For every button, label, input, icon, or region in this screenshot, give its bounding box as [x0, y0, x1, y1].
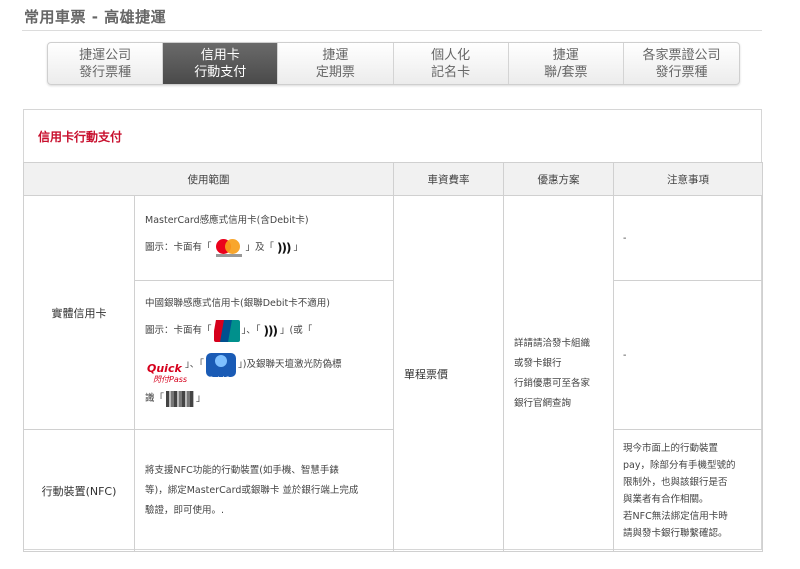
- payment-info-table: 使用範圍 車資費率 優惠方案 注意事項 實體信用卡 MasterCard感應式信…: [23, 162, 763, 552]
- icon-prefix: 圖示：卡面有「: [145, 325, 212, 336]
- mobile-desc-line: 等)，綁定MasterCard或銀聯卡 並於銀行端上完成: [145, 484, 359, 496]
- tab-label-line2: 發行票種: [79, 64, 132, 80]
- fare-cell: 單程票價: [393, 195, 504, 552]
- mobile-desc-line: 驗證，即可使用。.: [145, 504, 225, 516]
- mastercard-note-cell: -: [613, 195, 763, 281]
- tab-label-line2: 發行票種: [655, 64, 708, 80]
- tab-label-line1: 各家票證公司: [642, 47, 721, 63]
- tab-label-line2: 行動支付: [194, 64, 247, 80]
- mobile-note-cell: 現今市面上的行動裝置 pay，除部分有手機型號的 限制外，也與該銀行是否 與業者…: [613, 429, 763, 552]
- unionpay-info-cell: 中國銀聯感應式信用卡(銀聯Debit卡不適用) 圖示：卡面有「 」、「 ))) …: [134, 280, 394, 430]
- tab-label-line1: 捷運公司: [79, 47, 132, 63]
- contactless-icon: ))): [263, 324, 278, 338]
- mastercard-icon-line: 圖示：卡面有「 」及「 ))) 」: [145, 231, 383, 265]
- title-divider: [22, 30, 762, 31]
- tab-label-line1: 個人化: [431, 47, 471, 63]
- table-row: 中國銀聯感應式信用卡(銀聯Debit卡不適用) 圖示：卡面有「 」、「 ))) …: [24, 280, 763, 430]
- note-line: pay，除部分有手機型號的: [623, 459, 736, 471]
- discount-line: 行銷優惠可至各家: [514, 377, 591, 389]
- discount-line: 詳請請洽發卡組織: [514, 337, 591, 349]
- header-fare: 車資費率: [393, 162, 504, 196]
- tab-credit-card-mobile-pay[interactable]: 信用卡 行動支付: [163, 43, 279, 84]
- unionpay-note-cell: -: [613, 280, 763, 430]
- header-notes: 注意事項: [613, 162, 763, 196]
- icon-separator: 」)及銀聯天壇激光防偽標: [238, 359, 342, 370]
- tab-label-line2: 定期票: [315, 64, 355, 80]
- header-discount: 優惠方案: [503, 162, 614, 196]
- contactless-icon: ))): [277, 241, 291, 255]
- unionpay-icon-line-2: Quick 閃付Pass 」、「 QuickPass 」)及銀聯天壇激光防偽標: [145, 348, 383, 384]
- table-row: 行動裝置(NFC) 將支援NFC功能的行動裝置(如手機、智慧手錶 等)，綁定Ma…: [23, 429, 763, 552]
- note-line: 現今市面上的行動裝置: [623, 442, 719, 454]
- note-line: 若NFC無法綁定信用卡時: [623, 510, 728, 522]
- unionpay-desc: 中國銀聯感應式信用卡(銀聯Debit卡不適用): [145, 298, 330, 309]
- tab-personalized-card[interactable]: 個人化 記名卡: [394, 43, 509, 84]
- tab-mrt-company-tickets[interactable]: 捷運公司 發行票種: [48, 43, 164, 84]
- discount-line: 或發卡銀行: [514, 357, 562, 369]
- tab-label-line1: 捷運: [322, 47, 349, 63]
- icon-separator: 」、「: [185, 359, 205, 370]
- note-line: 請與發卡銀行聯繫確認。: [623, 527, 728, 539]
- tab-combo-tickets[interactable]: 捷運 聯/套票: [509, 43, 624, 84]
- unionpay-icon-line-1: 圖示：卡面有「 」、「 ))) 」(或「: [145, 314, 383, 348]
- quick-pass-logo-icon: Quick 閃付Pass: [147, 362, 188, 384]
- mobile-desc-cell: 將支援NFC功能的行動裝置(如手機、智慧手錶 等)，綁定MasterCard或銀…: [134, 429, 394, 552]
- mastercard-desc: MasterCard感應式信用卡(含Debit卡): [145, 215, 309, 226]
- tab-label-line2: 聯/套票: [544, 64, 588, 80]
- note-line: 限制外，也與該銀行是否: [623, 476, 728, 488]
- icon-separator: 」、「: [241, 325, 261, 336]
- mobile-desc-line: 將支援NFC功能的行動裝置(如手機、智慧手錶: [145, 464, 339, 476]
- tab-label-line2: 記名卡: [431, 64, 471, 80]
- tab-label-line1: 信用卡: [200, 47, 240, 63]
- table-row: 實體信用卡 MasterCard感應式信用卡(含Debit卡) 圖示：卡面有「 …: [23, 195, 763, 552]
- quickpass-badge-icon: QuickPass: [206, 353, 239, 383]
- icon-prefix: 圖示：卡面有「: [145, 242, 212, 253]
- ticket-type-tabs: 捷運公司 發行票種 信用卡 行動支付 捷運 定期票 個人化 記名卡 捷運 聯/套…: [47, 42, 740, 85]
- tab-label-line1: 捷運: [552, 47, 579, 63]
- panel-title: 信用卡行動支付: [38, 130, 123, 144]
- icon-suffix: 」: [196, 393, 206, 404]
- content-panel: 信用卡行動支付 使用範圍 車資費率 優惠方案 注意事項 實體信用卡 Master…: [23, 109, 763, 552]
- tab-other-issuers[interactable]: 各家票證公司 發行票種: [624, 43, 739, 84]
- tab-periodic-pass[interactable]: 捷運 定期票: [278, 43, 394, 84]
- category-physical-card: 實體信用卡: [23, 195, 135, 430]
- header-usage-scope: 使用範圍: [23, 162, 394, 196]
- mastercard-info-cell: MasterCard感應式信用卡(含Debit卡) 圖示：卡面有「 」及「 ))…: [134, 195, 394, 281]
- icon-separator: 」及「: [245, 242, 275, 253]
- icon-separator: 」(或「: [279, 325, 313, 336]
- table-header-row: 使用範圍 車資費率 優惠方案 注意事項: [23, 162, 763, 196]
- category-mobile-nfc: 行動裝置(NFC): [23, 429, 135, 552]
- icon-suffix: 」: [293, 242, 303, 253]
- discount-cell: 詳請請洽發卡組織 或發卡銀行 行銷優惠可至各家 銀行官網查詢: [503, 195, 614, 552]
- mastercard-logo-icon: [214, 237, 244, 259]
- unionpay-logo-icon: [213, 320, 240, 342]
- page-title: 常用車票 - 高雄捷運: [24, 8, 167, 26]
- discount-line: 銀行官網查詢: [514, 397, 572, 409]
- note-line: 與業者有合作相關。: [623, 493, 709, 505]
